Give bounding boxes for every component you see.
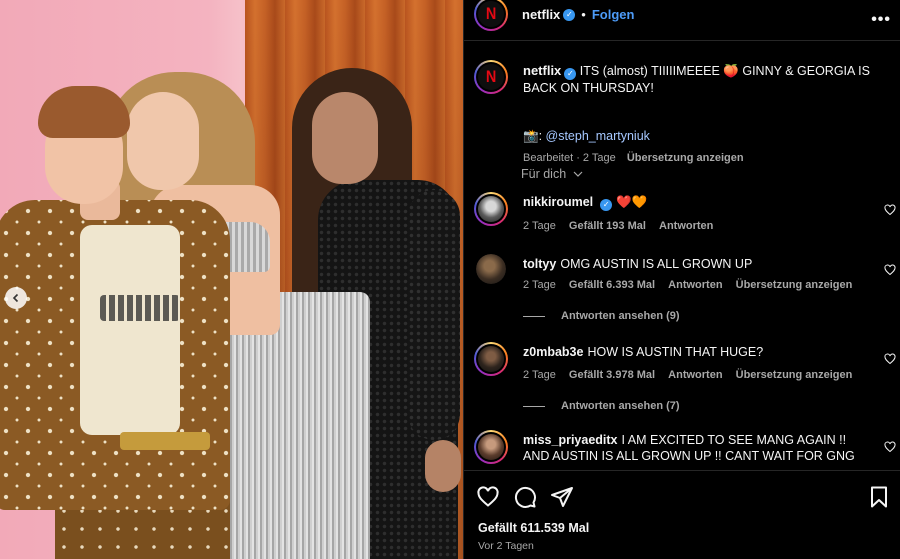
carousel-prev-icon[interactable] <box>5 287 27 309</box>
likes-count[interactable]: Gefällt 611.539 Mal <box>478 521 589 535</box>
bookmark-icon[interactable] <box>867 485 891 509</box>
comment-likes[interactable]: Gefällt 6.393 Mal <box>569 279 655 291</box>
netflix-logo-icon: N <box>485 67 497 86</box>
chevron-down-icon <box>573 171 583 177</box>
edited-label: Bearbeitet · 2 Tage <box>523 152 616 164</box>
heart-icon[interactable] <box>884 441 896 453</box>
credit-prefix: 📸: <box>523 129 546 143</box>
comment-text: ❤️🧡 <box>616 195 648 209</box>
share-icon[interactable] <box>550 485 574 509</box>
separator: • <box>581 7 586 22</box>
header-username[interactable]: netflix <box>522 7 560 22</box>
reply-button[interactable]: Antworten <box>659 220 713 232</box>
verified-icon: ✓ <box>600 199 613 211</box>
post-actions: Gefällt 611.539 Mal Vor 2 Tagen <box>464 470 900 559</box>
avatar[interactable] <box>474 342 508 376</box>
more-icon[interactable]: ••• <box>871 11 891 29</box>
caption-username[interactable]: netflix <box>523 63 561 78</box>
comment-time: 2 Tage <box>523 369 556 381</box>
avatar[interactable] <box>474 192 508 226</box>
post-time: Vor 2 Tagen <box>478 540 534 552</box>
netflix-logo-icon: N <box>485 4 497 23</box>
comment-text: HOW IS AUSTIN THAT HUGE? <box>587 345 764 359</box>
comment-username[interactable]: miss_priyaeditx <box>523 433 618 447</box>
comment-username[interactable]: toltyy <box>523 257 556 271</box>
comment-text: OMG AUSTIN IS ALL GROWN UP <box>560 257 753 271</box>
post-panel: N netflix ✓ • Folgen ••• N netflix ✓ ITS … <box>463 0 900 559</box>
translation-link[interactable]: Übersetzung anzeigen <box>627 152 744 164</box>
follow-button[interactable]: Folgen <box>592 7 635 22</box>
reply-button[interactable]: Antworten <box>668 369 722 381</box>
comment-username[interactable]: nikkiroumel <box>523 195 593 209</box>
comment-username[interactable]: z0mbab3e <box>523 345 583 359</box>
verified-icon: ✓ <box>564 68 577 80</box>
verified-icon: ✓ <box>563 8 576 21</box>
comment-time: 2 Tage <box>523 220 556 232</box>
caption-text: ITS (almost) TIIIIIMEEEE 🍑 GINNY & GEORG… <box>523 64 870 95</box>
comments-scroll[interactable]: N netflix ✓ ITS (almost) TIIIIIMEEEE 🍑 GI… <box>464 42 900 470</box>
view-replies-button[interactable]: Antworten ansehen (9) <box>523 310 680 322</box>
heart-icon[interactable] <box>884 204 896 216</box>
netflix-avatar[interactable]: N <box>474 0 508 31</box>
view-replies-button[interactable]: Antworten ansehen (7) <box>523 400 680 412</box>
heart-icon[interactable] <box>884 264 896 276</box>
heart-icon[interactable] <box>884 353 896 365</box>
post-photo[interactable] <box>0 0 463 559</box>
translation-link[interactable]: Übersetzung anzeigen <box>736 369 853 381</box>
avatar[interactable] <box>476 254 506 284</box>
post-header: N netflix ✓ • Folgen ••• <box>464 0 900 41</box>
reply-button[interactable]: Antworten <box>668 279 722 291</box>
comment-time: 2 Tage <box>523 279 556 291</box>
comment-likes[interactable]: Gefällt 3.978 Mal <box>569 369 655 381</box>
comment-likes[interactable]: Gefällt 193 Mal <box>569 220 646 232</box>
netflix-avatar[interactable]: N <box>474 60 508 94</box>
comment-filter-dropdown[interactable]: Für dich <box>521 167 583 181</box>
avatar[interactable] <box>474 430 508 464</box>
comment-icon[interactable] <box>513 485 537 509</box>
credit-mention-link[interactable]: @steph_martyniuk <box>546 129 650 143</box>
heart-icon[interactable] <box>476 485 500 509</box>
translation-link[interactable]: Übersetzung anzeigen <box>736 279 853 291</box>
